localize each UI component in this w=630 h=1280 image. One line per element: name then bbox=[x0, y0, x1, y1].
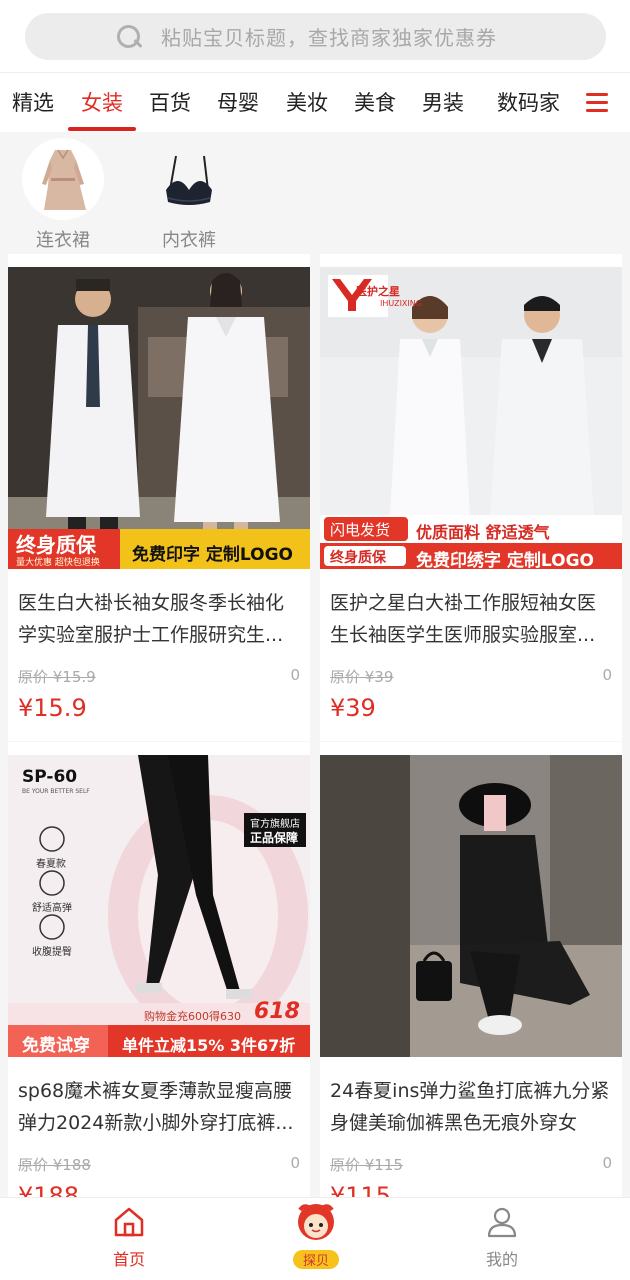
sale-618: 618 bbox=[254, 999, 300, 1024]
category-tabs: 精选 女装 百货 母婴 美妆 美食 男装 数码家 bbox=[0, 72, 630, 132]
nav-profile[interactable]: 我的 bbox=[452, 1206, 552, 1270]
search-header: 粘贴宝贝标题，查找商家独家优惠券 bbox=[0, 0, 630, 72]
tab-beauty[interactable]: 美妆 bbox=[286, 87, 328, 117]
feature-3: 收腹提臀 bbox=[32, 947, 72, 958]
search-icon bbox=[115, 23, 143, 51]
product-card[interactable]: IHUZIXING 医护之星 闪电发货 优质面料 舒适透气 终身质保 免费印绣字… bbox=[320, 254, 622, 741]
bottom-nav: 首页 探贝 我的 bbox=[0, 1197, 630, 1280]
app-root: 粘贴宝贝标题，查找商家独家优惠券 精选 女装 百货 母婴 美妆 美食 男装 数码… bbox=[0, 0, 630, 1280]
subcat-label: 连衣裙 bbox=[36, 230, 90, 251]
tab-baby[interactable]: 母婴 bbox=[217, 87, 259, 117]
bra-image bbox=[148, 138, 230, 220]
mascot-icon bbox=[298, 1204, 334, 1240]
product-title: sp68魔术裤女夏季薄款显瘦高腰弹力2024新款小脚外穿打底裤... bbox=[18, 1080, 294, 1134]
brand-en: IHUZIXING bbox=[380, 299, 422, 308]
banner-promo: 单件立减15% 3件67折 bbox=[122, 1036, 296, 1055]
banner-promo: 免费印绣字 定制LOGO bbox=[416, 551, 595, 569]
product-price: ¥15.9 bbox=[18, 694, 87, 722]
product-card[interactable]: 24春夏ins弹力鲨鱼打底裤九分紧身健美瑜伽裤黑色无痕外穿女 原价 ¥115 0… bbox=[320, 742, 622, 1210]
product-card[interactable]: 终身质保 量大优惠 超快包退换 免费印字 定制LOGO 医生白大褂长袖女服冬季长… bbox=[8, 254, 310, 741]
user-icon bbox=[487, 1207, 517, 1238]
banner-promo: 免费印字 定制LOGO bbox=[132, 545, 294, 565]
tab-digital[interactable]: 数码家 bbox=[497, 87, 560, 117]
banner-tag2: 终身质保 bbox=[330, 550, 386, 566]
sales-count: 0 bbox=[602, 666, 612, 684]
banner-tag: 终身质保 bbox=[16, 533, 96, 557]
nav-discover-label: 探贝 bbox=[292, 1250, 339, 1269]
subcategory-row: 连衣裙 内衣裤 bbox=[0, 132, 630, 254]
feature-2: 舒适高弹 bbox=[32, 903, 72, 914]
product-image bbox=[320, 755, 622, 1057]
subcat-label: 内衣裤 bbox=[162, 230, 216, 251]
tab-womens[interactable]: 女装 bbox=[81, 87, 123, 117]
brand-name: 医护之星 bbox=[356, 285, 400, 298]
search-placeholder: 粘贴宝贝标题，查找商家独家优惠券 bbox=[161, 26, 497, 50]
nav-profile-label: 我的 bbox=[485, 1250, 518, 1269]
banner-tag: 免费试穿 bbox=[22, 1036, 90, 1056]
sales-count: 0 bbox=[290, 1154, 300, 1172]
product-title: 24春夏ins弹力鲨鱼打底裤九分紧身健美瑜伽裤黑色无痕外穿女 bbox=[330, 1080, 610, 1134]
original-price: 原价 ¥188 bbox=[18, 1156, 91, 1174]
tab-featured[interactable]: 精选 bbox=[12, 87, 54, 117]
flag-text2: 正品保障 bbox=[250, 831, 299, 845]
nav-home[interactable]: 首页 bbox=[79, 1206, 179, 1270]
nav-discover[interactable]: 探贝 bbox=[266, 1204, 366, 1269]
banner-tag: 闪电发货 bbox=[330, 521, 391, 539]
sales-count: 0 bbox=[602, 1154, 612, 1172]
feature-1: 春夏款 bbox=[36, 859, 66, 870]
home-icon bbox=[114, 1207, 144, 1237]
nav-home-label: 首页 bbox=[112, 1250, 145, 1269]
subcat-dress[interactable]: 连衣裙 bbox=[13, 138, 113, 252]
dress-image bbox=[22, 138, 104, 220]
original-price: 原价 ¥115 bbox=[330, 1156, 403, 1174]
tab-general[interactable]: 百货 bbox=[149, 87, 191, 117]
product-card[interactable]: SP-60 BE YOUR BETTER SELF 官方旗舰店 正品保障 春夏款… bbox=[8, 742, 310, 1210]
product-image: IHUZIXING 医护之星 闪电发货 优质面料 舒适透气 终身质保 免费印绣字… bbox=[320, 267, 622, 569]
original-price: 原价 ¥39 bbox=[330, 668, 394, 686]
tab-mens[interactable]: 男装 bbox=[422, 87, 464, 117]
brand-sub: BE YOUR BETTER SELF bbox=[22, 788, 90, 795]
menu-icon[interactable] bbox=[586, 93, 608, 113]
product-title: 医护之星白大褂工作服短袖女医生长袖医学生医师服实验服室... bbox=[330, 592, 597, 646]
product-image: 终身质保 量大优惠 超快包退换 免费印字 定制LOGO bbox=[8, 267, 310, 569]
original-price: 原价 ¥15.9 bbox=[18, 668, 96, 686]
subcat-underwear[interactable]: 内衣裤 bbox=[139, 138, 239, 252]
active-tab-indicator bbox=[68, 127, 136, 131]
sales-count: 0 bbox=[290, 666, 300, 684]
tab-food[interactable]: 美食 bbox=[354, 87, 396, 117]
product-image: SP-60 BE YOUR BETTER SELF 官方旗舰店 正品保障 春夏款… bbox=[8, 755, 310, 1057]
coupon-text: 购物金充600得630 bbox=[144, 1010, 241, 1023]
flag-text: 官方旗舰店 bbox=[250, 819, 300, 830]
brand-name: SP-60 bbox=[22, 767, 78, 787]
banner-promo1: 优质面料 舒适透气 bbox=[416, 523, 550, 542]
banner-sub: 量大优惠 超快包退换 bbox=[16, 558, 100, 568]
product-price: ¥39 bbox=[330, 694, 376, 722]
search-input[interactable]: 粘贴宝贝标题，查找商家独家优惠券 bbox=[25, 13, 606, 60]
product-title: 医生白大褂长袖女服冬季长袖化学实验室服护士工作服研究生... bbox=[18, 592, 285, 646]
